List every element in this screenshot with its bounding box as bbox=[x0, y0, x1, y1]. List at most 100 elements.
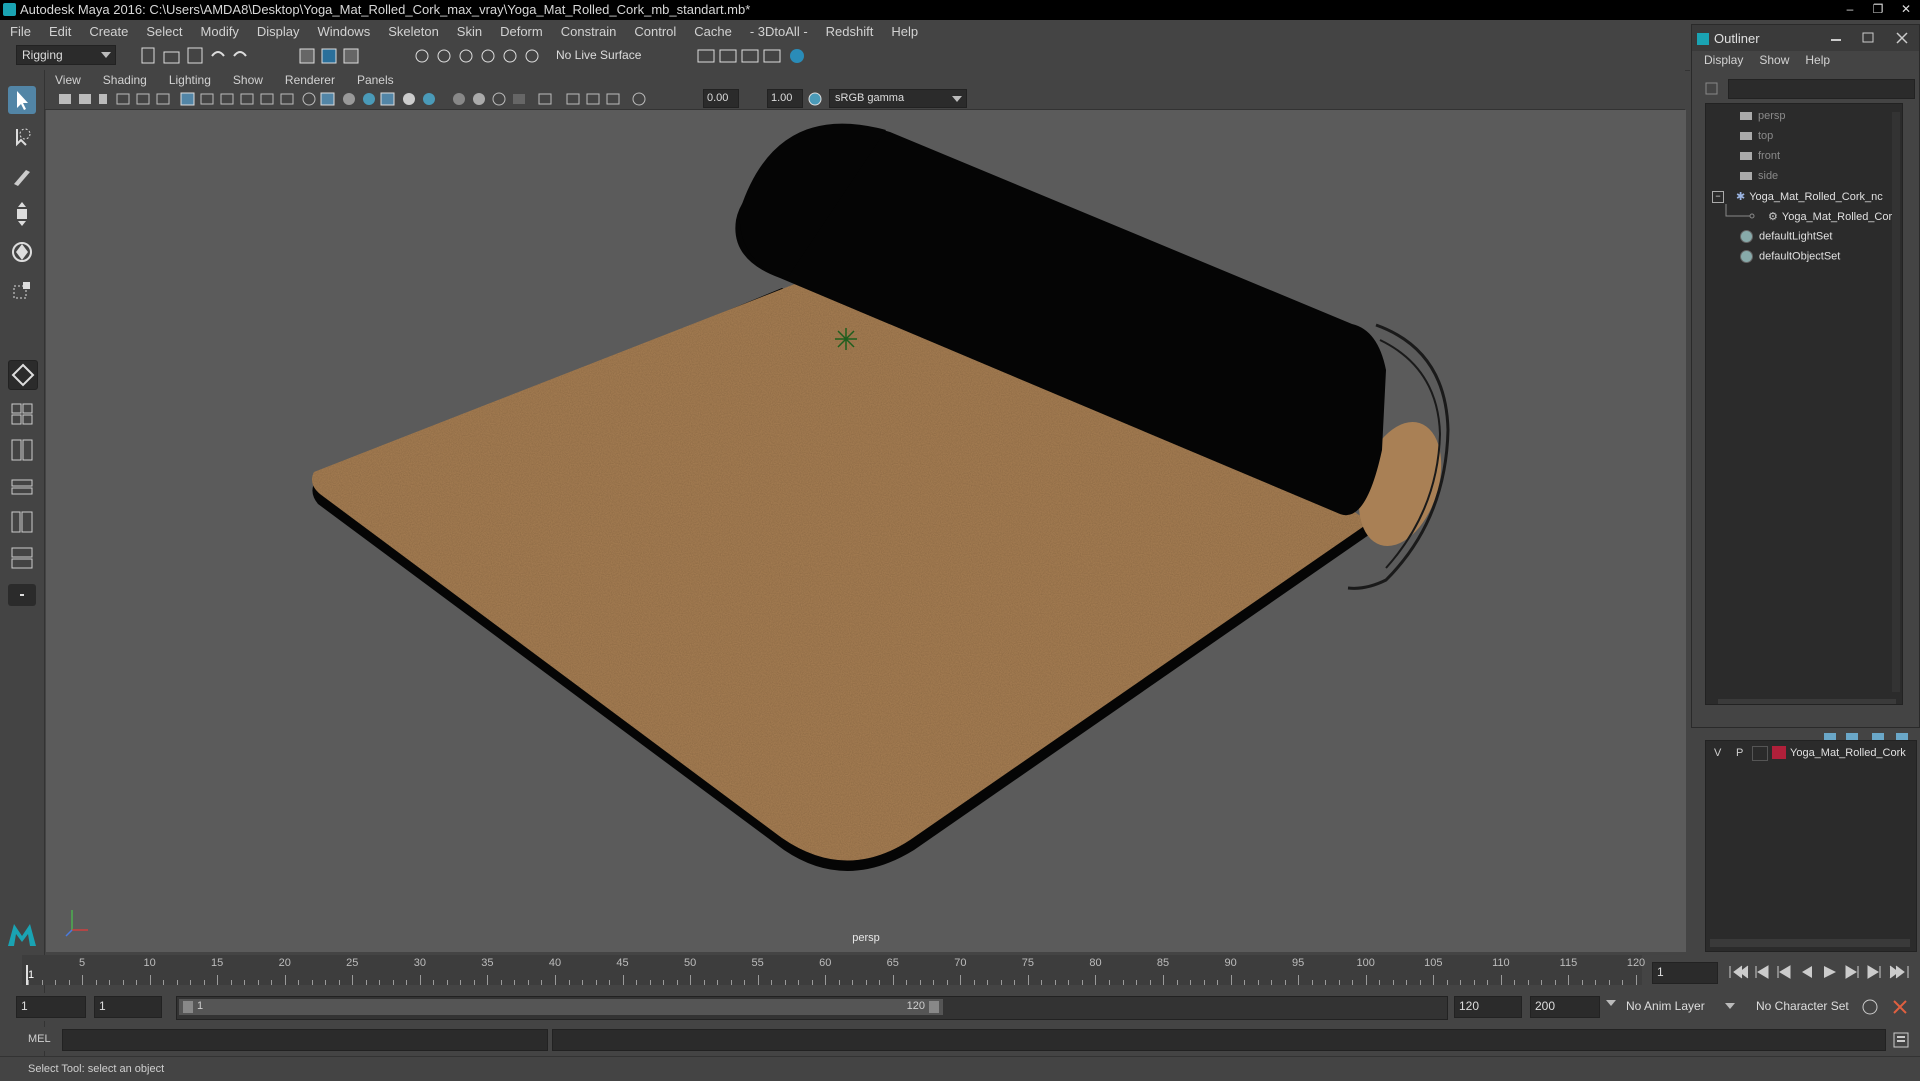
outliner-menu-display[interactable]: Display bbox=[1704, 53, 1743, 73]
go-to-end-icon[interactable] bbox=[1889, 965, 1909, 979]
color-management-icon[interactable] bbox=[807, 91, 823, 107]
use-all-lights-icon[interactable] bbox=[403, 93, 415, 105]
outliner-menu-show[interactable]: Show bbox=[1759, 53, 1789, 73]
menu-constrain[interactable]: Constrain bbox=[561, 24, 617, 39]
motion-blur-icon[interactable] bbox=[473, 93, 485, 105]
layer-playback-toggle[interactable]: P bbox=[1736, 747, 1743, 759]
collapse-icon[interactable]: − bbox=[1712, 191, 1724, 204]
menu-create[interactable]: Create bbox=[89, 24, 128, 39]
move-tool-button[interactable] bbox=[8, 200, 36, 228]
wireframe-icon[interactable] bbox=[302, 92, 316, 106]
outliner-item-persp[interactable]: persp bbox=[1740, 110, 1786, 122]
menu-3dtoall[interactable]: - 3DtoAll - bbox=[750, 24, 808, 39]
range-slider[interactable]: 1 120 bbox=[176, 996, 1448, 1020]
menu-help[interactable]: Help bbox=[891, 24, 918, 39]
menu-display[interactable]: Display bbox=[257, 24, 300, 39]
rotate-tool-button[interactable] bbox=[8, 238, 36, 266]
outliner-filter-icon[interactable] bbox=[1704, 81, 1720, 97]
toolbox-options-button[interactable] bbox=[8, 584, 36, 606]
menu-select[interactable]: Select bbox=[146, 24, 182, 39]
menu-windows[interactable]: Windows bbox=[317, 24, 370, 39]
animation-end-field[interactable]: 200 bbox=[1530, 996, 1600, 1018]
xray-components-icon[interactable] bbox=[606, 93, 620, 105]
layout-two-button[interactable] bbox=[8, 436, 36, 464]
range-slider-handle[interactable]: 1 120 bbox=[179, 999, 943, 1015]
select-object-icon[interactable] bbox=[321, 48, 337, 64]
select-component-icon[interactable] bbox=[343, 48, 359, 64]
menu-cache[interactable]: Cache bbox=[694, 24, 732, 39]
command-input[interactable] bbox=[62, 1029, 548, 1051]
play-backwards-icon[interactable] bbox=[1802, 966, 1812, 978]
render-settings-icon[interactable] bbox=[697, 49, 715, 63]
time-slider[interactable]: 5 10 15 20 25 30 35 40 45 50 55 60 65 70 75 80 85 90 95 100… bbox=[22, 955, 1645, 985]
smooth-shade-icon[interactable] bbox=[320, 92, 335, 106]
outliner-item-default-object-set[interactable]: defaultObjectSet bbox=[1740, 250, 1840, 263]
auto-key-icon[interactable] bbox=[1862, 999, 1878, 1015]
menu-redshift[interactable]: Redshift bbox=[826, 24, 874, 39]
xray-joints-icon[interactable] bbox=[586, 93, 600, 105]
go-to-start-icon[interactable] bbox=[1729, 965, 1749, 979]
select-hierarchy-icon[interactable] bbox=[299, 48, 315, 64]
outliner-item-side[interactable]: side bbox=[1740, 170, 1778, 182]
snap-grid-icon[interactable] bbox=[415, 49, 429, 63]
panel-menu-show[interactable]: Show bbox=[233, 73, 263, 87]
paint-select-tool-button[interactable] bbox=[8, 162, 36, 190]
menu-control[interactable]: Control bbox=[634, 24, 676, 39]
panel-menu-renderer[interactable]: Renderer bbox=[285, 73, 335, 87]
textured-icon[interactable] bbox=[380, 92, 395, 106]
live-surface-field[interactable]: No Live Surface bbox=[556, 48, 641, 62]
perspective-viewport[interactable]: persp bbox=[46, 110, 1686, 952]
outliner-horizontal-scrollbar[interactable] bbox=[1718, 699, 1896, 704]
layout-persp-graph-button[interactable] bbox=[8, 544, 36, 572]
lasso-tool-button[interactable] bbox=[8, 124, 36, 152]
script-editor-icon[interactable] bbox=[1892, 1031, 1910, 1049]
range-end-handle[interactable] bbox=[929, 1001, 939, 1013]
xray-icon[interactable] bbox=[566, 93, 580, 105]
exposure-icon[interactable] bbox=[632, 92, 646, 106]
menu-modify[interactable]: Modify bbox=[201, 24, 239, 39]
menu-set-dropdown[interactable]: Rigging bbox=[16, 45, 116, 65]
outliner-search-input[interactable] bbox=[1728, 79, 1915, 99]
range-start-handle[interactable] bbox=[183, 1001, 193, 1013]
outliner-item-default-light-set[interactable]: defaultLightSet bbox=[1740, 230, 1832, 243]
menu-skin[interactable]: Skin bbox=[457, 24, 482, 39]
grease-pencil-icon[interactable] bbox=[156, 93, 170, 105]
snap-view-plane-icon[interactable] bbox=[481, 49, 495, 63]
depth-of-field-icon[interactable] bbox=[513, 94, 525, 104]
grid-icon[interactable] bbox=[180, 92, 195, 106]
animation-preferences-icon[interactable] bbox=[1893, 1000, 1907, 1014]
outliner-item-group[interactable]: − ✱ Yoga_Mat_Rolled_Cork_nc bbox=[1712, 190, 1883, 204]
wireframe-on-shaded-icon[interactable] bbox=[363, 93, 375, 105]
play-forwards-icon[interactable] bbox=[1824, 966, 1836, 978]
snap-misc-icon[interactable] bbox=[525, 49, 539, 63]
layer-visibility-toggle[interactable]: V bbox=[1714, 747, 1721, 759]
character-set-dropdown[interactable]: No Character Set bbox=[1750, 996, 1870, 1018]
multisample-aa-icon[interactable] bbox=[492, 92, 506, 106]
panel-menu-view[interactable]: View bbox=[55, 73, 81, 87]
playback-speed-dropdown-icon[interactable] bbox=[1606, 1000, 1616, 1006]
two-d-pan-icon[interactable] bbox=[136, 93, 150, 105]
outliner-item-top[interactable]: top bbox=[1740, 130, 1773, 142]
snap-live-icon[interactable] bbox=[503, 49, 517, 63]
panel-menu-shading[interactable]: Shading bbox=[103, 73, 147, 87]
resolution-gate-icon[interactable] bbox=[220, 93, 234, 105]
playback-end-field[interactable]: 120 bbox=[1454, 996, 1522, 1018]
layer-display-type[interactable] bbox=[1752, 746, 1768, 761]
layer-editor-scrollbar[interactable] bbox=[1710, 939, 1910, 947]
scale-tool-button[interactable] bbox=[8, 276, 36, 304]
camera-select-icon[interactable] bbox=[59, 94, 71, 104]
gamma-field[interactable]: 1.00 bbox=[767, 89, 803, 108]
snap-point-icon[interactable] bbox=[459, 49, 473, 63]
bookmark-icon[interactable] bbox=[99, 94, 107, 104]
screen-space-ao-icon[interactable] bbox=[453, 93, 465, 105]
outliner-item-front[interactable]: front bbox=[1740, 150, 1780, 162]
ipr-render-icon[interactable] bbox=[741, 49, 759, 63]
layer-name[interactable]: Yoga_Mat_Rolled_Cork bbox=[1790, 747, 1914, 759]
layout-outliner-button[interactable] bbox=[8, 472, 36, 500]
layer-color-swatch[interactable] bbox=[1772, 746, 1786, 759]
hypershade-icon[interactable] bbox=[790, 49, 804, 63]
last-tool-button[interactable] bbox=[8, 360, 38, 390]
menu-skeleton[interactable]: Skeleton bbox=[388, 24, 439, 39]
outliner-close-icon[interactable] bbox=[1896, 32, 1908, 44]
new-scene-icon[interactable] bbox=[141, 47, 155, 64]
